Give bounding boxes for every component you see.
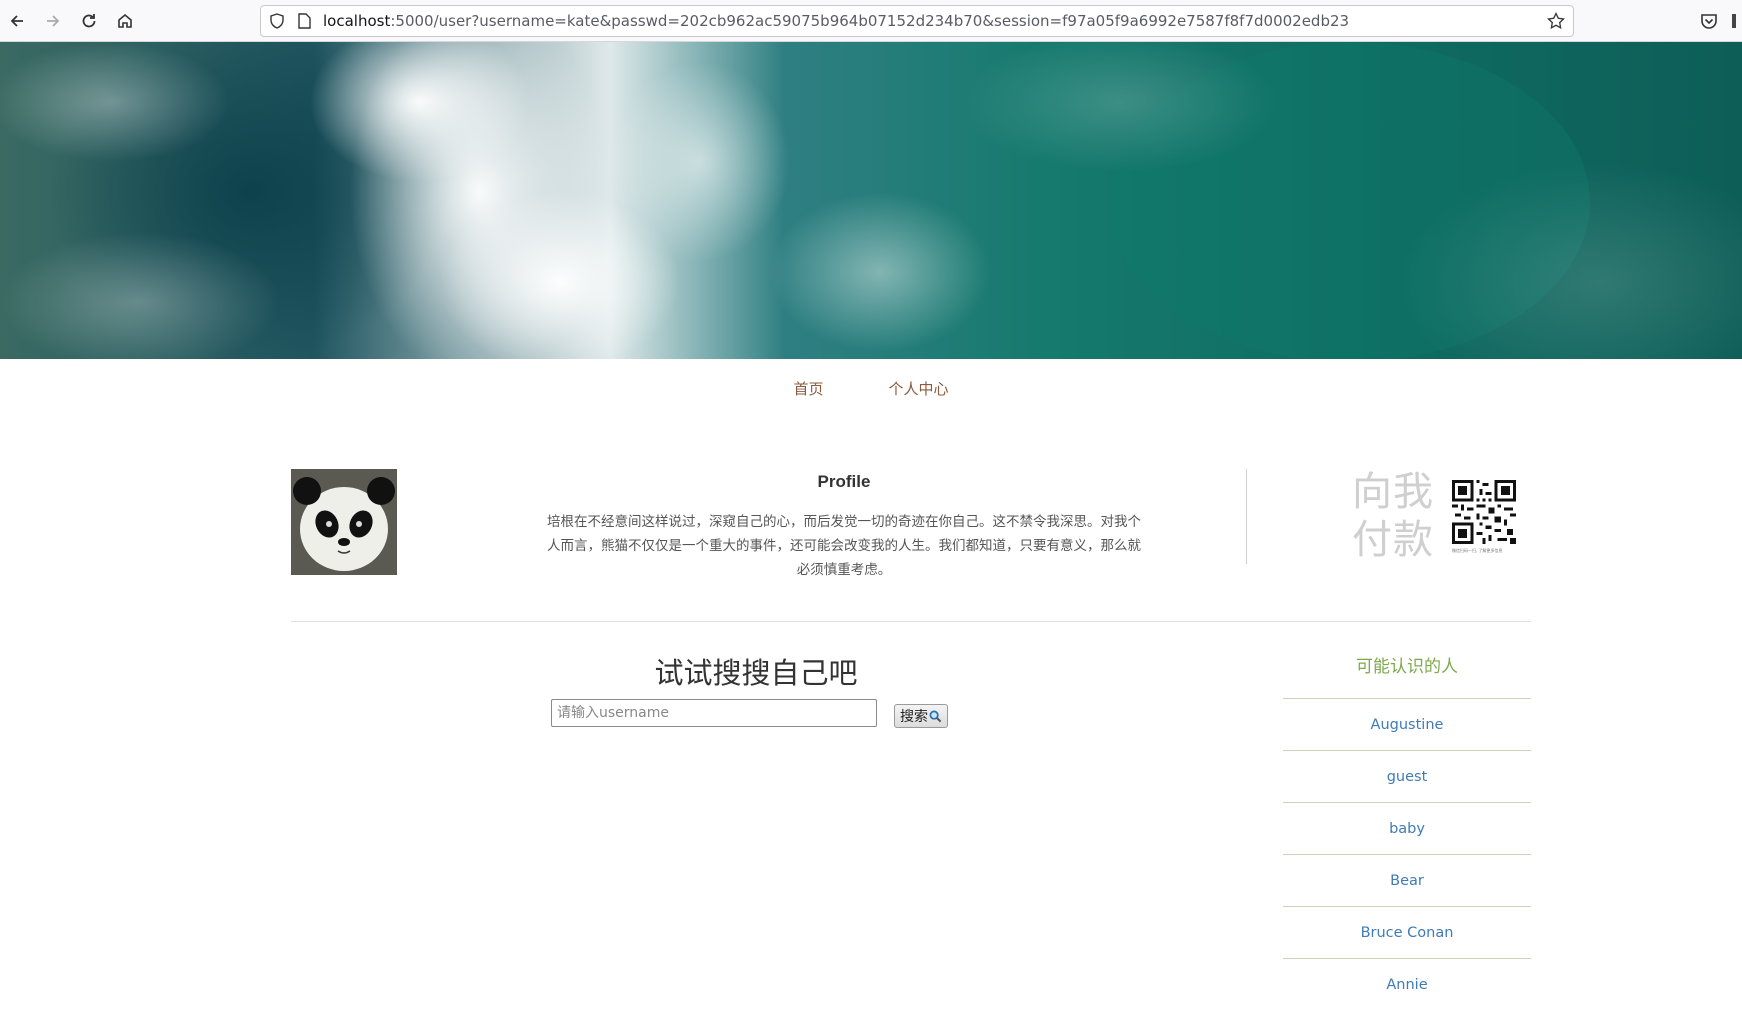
person-link[interactable]: guest: [1387, 769, 1428, 785]
search-icon: [929, 710, 942, 722]
main-nav: 首页 个人中心: [0, 378, 1742, 399]
url-path: :5000/user?username=kate&passwd=202cb962…: [390, 12, 1350, 30]
payment-label-line2: 付款: [1352, 517, 1434, 563]
person-link[interactable]: Annie: [1386, 977, 1427, 993]
people-heading: 可能认识的人: [1356, 657, 1458, 677]
person-link[interactable]: baby: [1389, 821, 1425, 837]
vertical-divider: [1246, 469, 1247, 564]
overflow-menu-icon[interactable]: [1732, 12, 1742, 30]
avatar: [291, 469, 397, 575]
pocket-icon[interactable]: [1700, 12, 1718, 30]
home-icon[interactable]: [112, 8, 138, 34]
qr-caption: 微信扫码一扫, 了解更多信息: [1452, 548, 1503, 553]
search-button[interactable]: 搜索: [894, 704, 948, 728]
list-item: Augustine: [1283, 698, 1531, 750]
payment-label: 向我 付款: [1352, 468, 1442, 564]
reload-icon[interactable]: [76, 8, 102, 34]
forward-icon[interactable]: [40, 8, 66, 34]
url-text[interactable]: localhost:5000/user?username=kate&passwd…: [323, 12, 1349, 30]
search-button-label: 搜索: [900, 709, 928, 725]
browser-toolbar: localhost:5000/user?username=kate&passwd…: [0, 0, 1742, 42]
person-link[interactable]: Bear: [1390, 873, 1424, 889]
profile-title: Profile: [817, 472, 871, 491]
back-icon[interactable]: [4, 8, 30, 34]
list-item: Bruce Conan: [1283, 906, 1531, 958]
person-link[interactable]: Bruce Conan: [1361, 925, 1454, 941]
list-item: baby: [1283, 802, 1531, 854]
search-input[interactable]: [551, 699, 877, 727]
address-bar[interactable]: localhost:5000/user?username=kate&passwd…: [260, 5, 1574, 37]
list-item: Bear: [1283, 854, 1531, 906]
list-item: Annie: [1283, 958, 1531, 1010]
horizontal-divider: [291, 621, 1531, 622]
bookmark-star-icon[interactable]: [1547, 12, 1565, 30]
payment-label-line1: 向我: [1352, 469, 1434, 515]
people-list: Augustine guest baby Bear Bruce Conan An…: [1283, 698, 1531, 1010]
list-item: guest: [1283, 750, 1531, 802]
nav-home-link[interactable]: 首页: [793, 378, 823, 399]
url-host: localhost: [323, 12, 391, 30]
shield-icon[interactable]: [269, 13, 285, 29]
nav-profile-link[interactable]: 个人中心: [889, 378, 949, 399]
page-icon[interactable]: [297, 13, 311, 29]
person-link[interactable]: Augustine: [1371, 717, 1444, 733]
banner-image: [0, 42, 1742, 359]
qr-code: [1452, 480, 1516, 544]
profile-description: 培根在不经意间这样说过，深窥自己的心，而后发觉一切的奇迹在你自己。这不禁令我深思…: [547, 514, 1141, 578]
search-heading: 试试搜搜自己吧: [654, 656, 858, 690]
